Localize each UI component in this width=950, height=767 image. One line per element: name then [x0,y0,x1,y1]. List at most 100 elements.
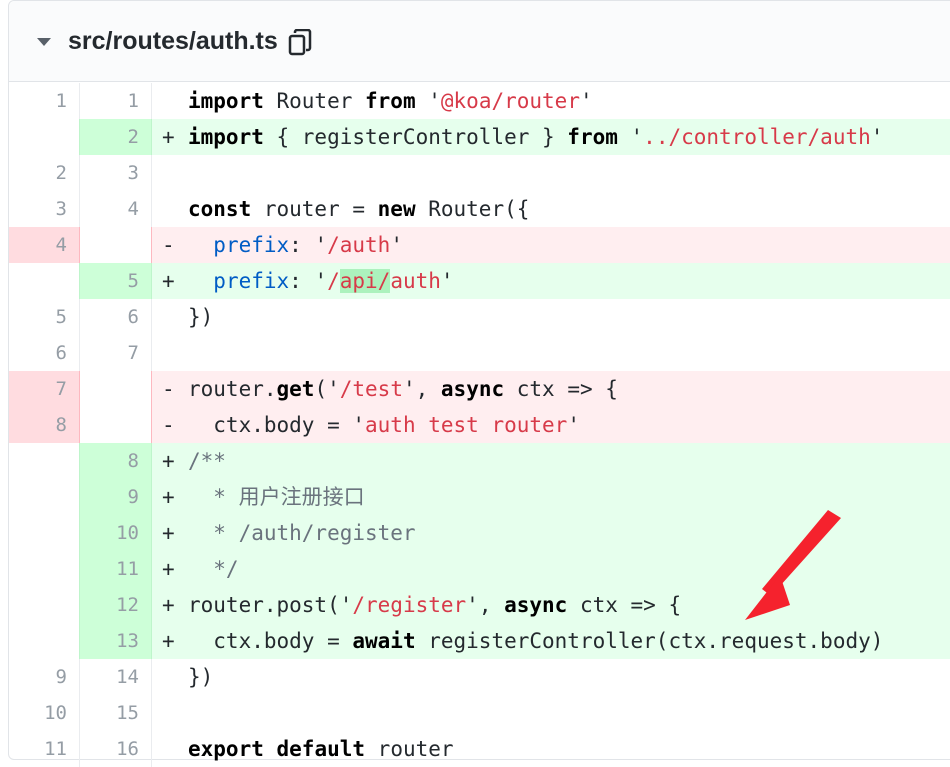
file-header: src/routes/auth.ts [9,1,950,82]
code-token: /** [188,449,226,473]
code-token: : ' [289,269,328,293]
code-token: get [276,377,315,401]
diff-sign: + [162,521,175,545]
new-line-number[interactable]: 9 [80,479,152,515]
new-line-number[interactable]: 13 [80,623,152,659]
new-line-number[interactable]: 15 [80,695,152,731]
code-token: ' [567,413,580,437]
code-token: ../controller/auth [643,125,871,149]
code-line [152,155,950,191]
new-line-number[interactable] [80,227,152,263]
code-token: prefix [213,233,290,257]
new-line-number[interactable]: 8 [80,443,152,479]
code-line [152,695,950,731]
old-line-number[interactable]: 6 [9,335,80,371]
code-token: import [188,89,264,113]
old-line-number[interactable]: 1 [9,83,80,119]
code-token: ' [870,125,884,149]
code-line: - ctx.body = 'auth test router' [152,407,950,443]
new-line-number[interactable]: 14 [80,659,152,695]
code-token: (' [314,377,340,401]
code-token: auth [390,269,441,293]
old-line-number[interactable] [9,263,80,299]
diff-line: 11 + */ [9,551,950,587]
old-line-number[interactable] [9,551,80,587]
code-token: from [567,125,618,149]
diff-line: 10 + * /auth/register [9,515,950,551]
code-token: / [327,269,340,293]
code-token: ctx => { [504,377,618,401]
new-line-number[interactable]: 6 [80,299,152,335]
code-token: */ [188,557,239,581]
code-token: const [188,197,252,221]
code-token: @koa/router [440,89,580,113]
new-line-number[interactable]: 16 [80,731,152,767]
code-line: + */ [152,551,950,587]
diff-sign: + [162,485,175,509]
diff-line: 11 16 export default router [9,731,950,767]
new-line-number[interactable]: 10 [80,515,152,551]
diff-sign: - [162,233,175,257]
diff-line: 9 14 }) [9,659,950,695]
old-line-number[interactable]: 10 [9,695,80,731]
new-line-number[interactable]: 11 [80,551,152,587]
new-line-number[interactable]: 5 [80,263,152,299]
new-line-number[interactable]: 2 [80,119,152,155]
old-line-number[interactable]: 2 [9,155,80,191]
code-line: - router.get('/test', async ctx => { [152,371,950,407]
old-line-number[interactable]: 5 [9,299,80,335]
code-line: + router.post('/register', async ctx => { [152,587,950,623]
copy-icon[interactable] [288,29,314,57]
old-line-number[interactable] [9,119,80,155]
code-token: Router [263,89,366,113]
diff-sign: + [162,125,175,149]
diff-sign [162,191,188,227]
diff-sign [162,299,188,335]
old-line-number[interactable]: 11 [9,731,80,767]
code-token: { registerController } [263,125,568,149]
code-token: Router({ [415,197,530,221]
old-line-number[interactable] [9,623,80,659]
code-token: ' [440,269,454,293]
code-token: * /auth/register [188,521,416,545]
diff-line: 5 + prefix: '/api/auth' [9,263,950,299]
code-line: + * 用户注册接口 [152,479,950,515]
caret-down-icon[interactable] [37,38,51,46]
old-line-number[interactable] [9,587,80,623]
old-line-number[interactable] [9,479,80,515]
diff-sign [162,731,188,767]
code-token: default [276,737,366,761]
code-line: export default router [152,731,950,767]
new-line-number[interactable] [80,371,152,407]
code-line: const router = new Router({ [152,191,950,227]
old-line-number[interactable]: 9 [9,659,80,695]
diff-sign: + [162,593,175,617]
code-line: }) [152,299,950,335]
old-line-number[interactable] [9,443,80,479]
new-line-number[interactable] [80,407,152,443]
old-line-number[interactable]: 8 [9,407,80,443]
old-line-number[interactable]: 4 [9,227,80,263]
code-token: router = [251,197,378,221]
code-token: }) [188,665,214,689]
diff-sign [162,335,188,371]
diff-lines: 11 import Router from '@koa/router' 2 + imp… [9,83,950,767]
old-line-number[interactable]: 3 [9,191,80,227]
diff-sign [162,155,188,191]
new-line-number[interactable]: 3 [80,155,152,191]
diff-line: 67 [9,335,950,371]
new-line-number[interactable]: 7 [80,335,152,371]
old-line-number[interactable] [9,515,80,551]
new-line-number[interactable]: 1 [80,83,152,119]
old-line-number[interactable]: 7 [9,371,80,407]
new-line-number[interactable]: 12 [80,587,152,623]
diff-sign [162,83,188,119]
code-line: + ctx.body = await registerController(ct… [152,623,950,659]
code-token: ctx.body = ' [188,413,366,437]
diff-sign: + [162,557,175,581]
new-line-number[interactable]: 4 [80,191,152,227]
code-token: registerController(ctx.request.body) [415,629,884,653]
diff-sign [162,695,188,731]
